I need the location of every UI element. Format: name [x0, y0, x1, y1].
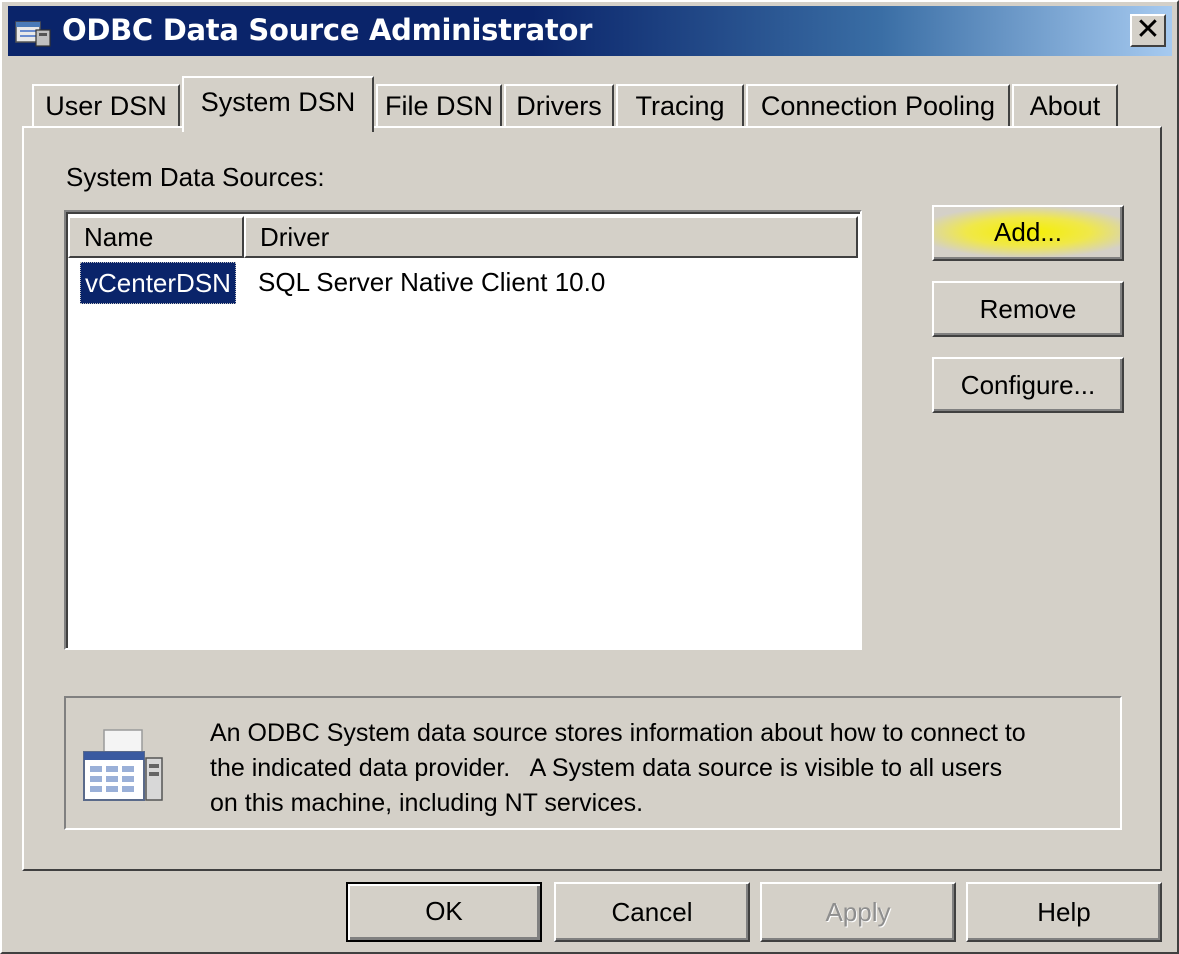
odbc-app-icon: [15, 21, 51, 47]
tab-user-dsn[interactable]: User DSN: [32, 84, 180, 128]
tab-tracing[interactable]: Tracing: [616, 84, 744, 128]
data-source-icon: [83, 729, 163, 801]
tab-drivers[interactable]: Drivers: [504, 84, 614, 128]
odbc-dialog: ODBC Data Source Administrator ✕ User DS…: [0, 0, 1179, 954]
tab-about[interactable]: About: [1012, 84, 1118, 128]
info-description: An ODBC System data source stores inform…: [210, 716, 1110, 821]
data-sources-list[interactable]: Name Driver vCenterDSN SQL Server Native…: [64, 210, 862, 650]
add-button[interactable]: Add...: [932, 205, 1124, 261]
help-button[interactable]: Help: [966, 882, 1162, 942]
system-data-sources-label: System Data Sources:: [66, 162, 325, 192]
window-title: ODBC Data Source Administrator: [62, 13, 593, 47]
tab-connection-pooling[interactable]: Connection Pooling: [746, 84, 1010, 128]
cancel-button[interactable]: Cancel: [554, 882, 750, 942]
close-button[interactable]: ✕: [1130, 14, 1166, 47]
cancel-button-label: Cancel: [611, 897, 693, 927]
configure-button[interactable]: Configure...: [932, 357, 1124, 413]
dsn-row-driver[interactable]: SQL Server Native Client 10.0: [258, 262, 605, 302]
ok-button-label: OK: [425, 896, 463, 926]
info-text-line-1: An ODBC System data source stores inform…: [210, 719, 1026, 747]
column-header-name[interactable]: Name: [68, 216, 244, 258]
title-bar[interactable]: ODBC Data Source Administrator ✕: [8, 6, 1172, 56]
apply-button[interactable]: Apply: [760, 882, 956, 942]
close-icon: ✕: [1135, 12, 1161, 47]
dsn-row-name[interactable]: vCenterDSN: [80, 262, 236, 304]
info-text-line-3: on this machine, including NT services.: [210, 789, 644, 817]
column-header-driver[interactable]: Driver: [244, 216, 858, 258]
tab-file-dsn[interactable]: File DSN: [376, 84, 502, 128]
help-button-label: Help: [1037, 897, 1091, 927]
remove-button[interactable]: Remove: [932, 281, 1124, 337]
configure-button-label: Configure...: [960, 370, 1096, 400]
add-button-label: Add...: [994, 217, 1062, 247]
apply-button-label: Apply: [825, 897, 891, 927]
remove-button-label: Remove: [979, 294, 1077, 324]
ok-button[interactable]: OK: [346, 882, 542, 942]
info-text-line-2: the indicated data provider. A System da…: [210, 754, 1003, 782]
tab-system-dsn[interactable]: System DSN: [182, 76, 374, 132]
